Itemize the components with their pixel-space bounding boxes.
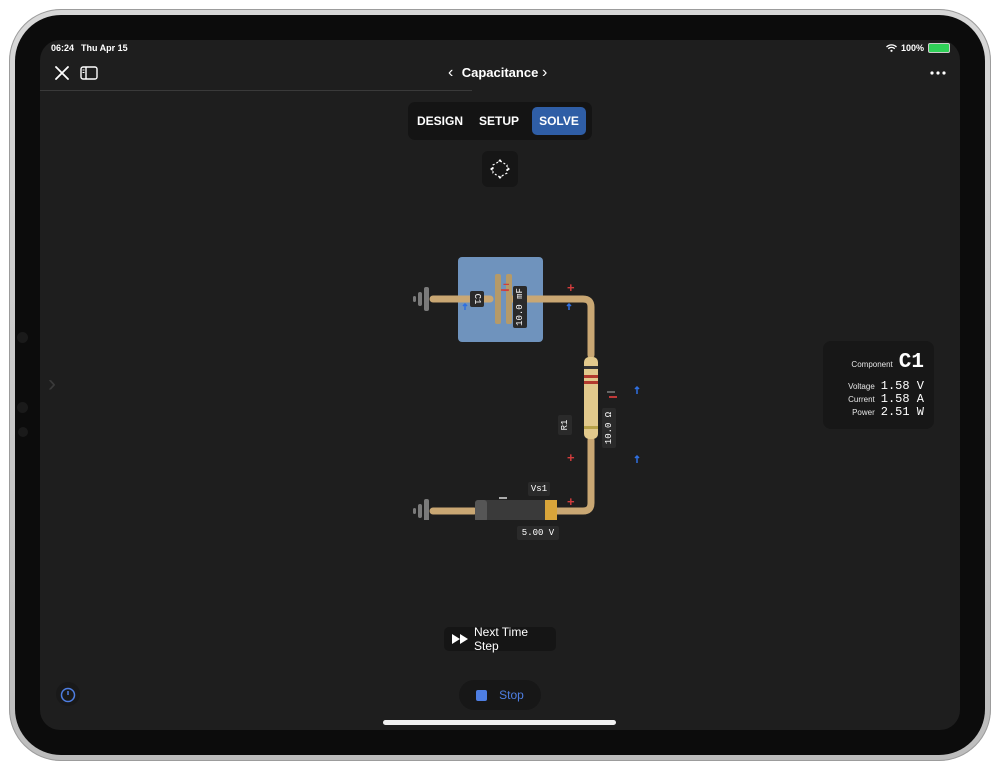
info-voltage-row: Voltage 1.58 V <box>848 379 924 393</box>
capacitor-value-label: 10.0 mF <box>513 286 527 328</box>
tab-setup[interactable]: SETUP <box>473 107 525 135</box>
resistor[interactable] <box>584 357 598 439</box>
stop-button[interactable]: Stop <box>459 680 541 710</box>
home-indicator <box>383 720 616 725</box>
component-info-panel: Component C1 Voltage 1.58 V Current 1.58… <box>823 341 934 429</box>
mode-segmented-control: DESIGN SETUP SOLVE <box>408 102 592 140</box>
info-component-row: Component C1 <box>851 351 924 374</box>
status-right: 100% <box>886 43 950 53</box>
status-date: Thu Apr 15 <box>81 43 128 53</box>
component-name: C1 <box>898 351 924 374</box>
camera-dot <box>18 427 28 437</box>
timer-button[interactable] <box>56 682 80 706</box>
capacitor-name-label: C1 <box>470 291 484 307</box>
source-value-label: 5.00 V <box>517 526 559 540</box>
camera-dot <box>17 402 28 413</box>
recenter-button[interactable] <box>482 151 518 187</box>
next-time-step-label: Next Time Step <box>474 625 529 653</box>
recenter-icon <box>490 159 510 179</box>
battery-percent: 100% <box>900 43 924 53</box>
tab-design[interactable]: DESIGN <box>414 107 466 135</box>
status-bar: 06:24 Thu Apr 15 100% <box>40 40 960 58</box>
source-name-label: Vs1 <box>528 482 550 496</box>
arrow-icon <box>634 385 640 394</box>
power-value: 2.51 W <box>880 405 924 419</box>
circuit-canvas: − + − + + C1 10.0 mF R1 10.0 Ω Vs1 5.00 … <box>395 250 645 540</box>
next-time-step-button[interactable]: Next Time Step <box>444 625 556 653</box>
side-panel-chevron-icon[interactable]: › <box>48 370 56 398</box>
component-label: Component <box>851 360 893 369</box>
ground-icon <box>413 287 429 311</box>
app-screen: 06:24 Thu Apr 15 100% ‹ Capacitance › DE… <box>40 40 960 730</box>
current-value: 1.58 A <box>880 392 924 406</box>
more-button[interactable] <box>926 62 950 84</box>
plus-sign: + <box>567 280 575 295</box>
stop-icon <box>476 689 488 701</box>
resistor-value-label: 10.0 Ω <box>602 408 616 448</box>
power-label: Power <box>852 408 875 417</box>
arrow-icon <box>634 454 640 463</box>
wifi-icon <box>886 44 897 52</box>
stop-label: Stop <box>499 688 524 702</box>
voltage-value: 1.58 V <box>880 379 924 393</box>
svg-text:+: + <box>567 494 575 509</box>
svg-text:−: − <box>503 286 509 297</box>
current-label: Current <box>848 395 875 404</box>
status-time: 06:24 <box>51 43 75 53</box>
timer-icon <box>60 687 76 703</box>
resistor-name-label: R1 <box>558 415 572 435</box>
chevron-right-icon[interactable]: › <box>542 64 547 82</box>
voltage-source[interactable] <box>475 500 557 520</box>
arrow-icon <box>566 302 572 310</box>
voltage-label: Voltage <box>848 382 875 391</box>
page-title: Capacitance <box>461 65 539 80</box>
info-power-row: Power 2.51 W <box>852 405 924 419</box>
ground-icon <box>413 499 429 520</box>
battery-icon <box>928 43 950 53</box>
more-icon <box>930 71 946 75</box>
nav-bar: ‹ Capacitance › <box>40 58 960 90</box>
svg-text:+: + <box>567 450 575 465</box>
fast-forward-icon <box>452 634 468 644</box>
nav-divider <box>40 90 472 91</box>
tab-solve[interactable]: SOLVE <box>532 107 586 135</box>
info-current-row: Current 1.58 A <box>848 392 924 406</box>
camera-dot <box>17 332 28 343</box>
